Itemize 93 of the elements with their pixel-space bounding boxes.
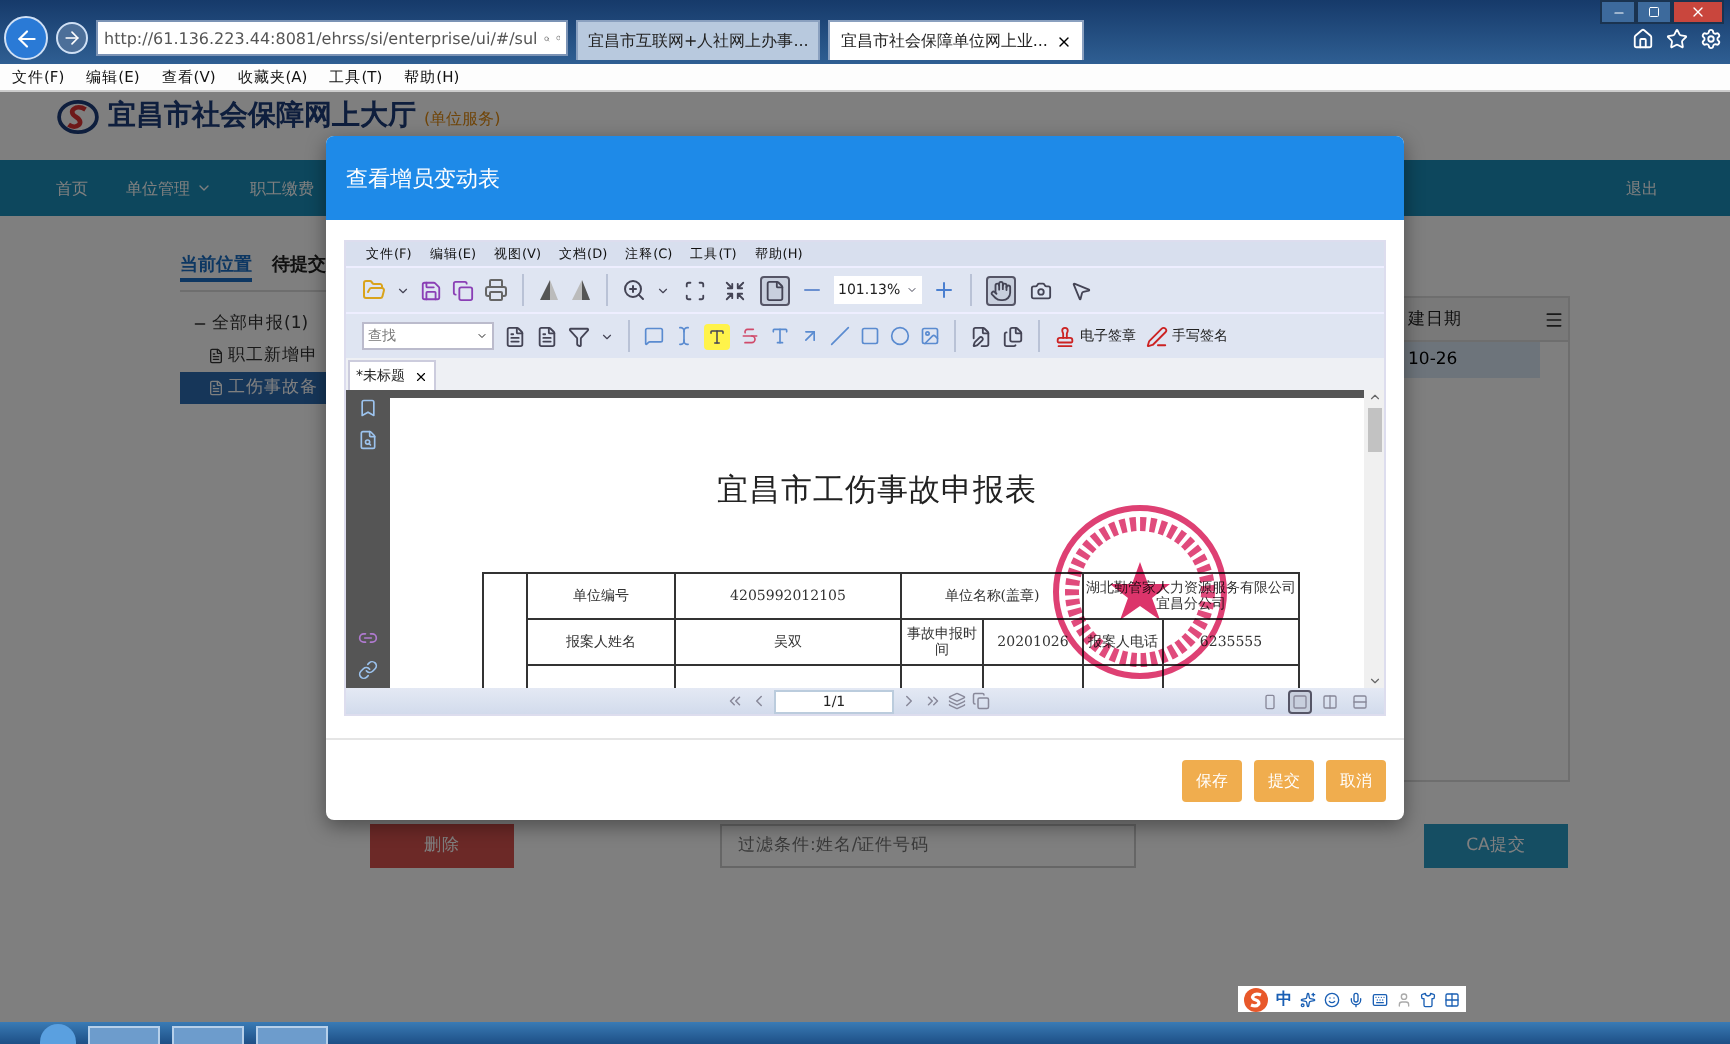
minimize-button[interactable] [1600, 0, 1636, 24]
caret-icon[interactable] [600, 329, 614, 343]
first-page-icon[interactable] [726, 692, 744, 710]
caret-icon[interactable] [476, 330, 488, 342]
documents-icon[interactable] [1002, 325, 1024, 347]
page-tab[interactable]: 待提交 [272, 252, 326, 282]
printer-icon[interactable] [484, 278, 508, 302]
stamp-icon[interactable] [1054, 325, 1076, 347]
address-text: http://61.136.223.44:8081/ehrss/si/enterprise/ui/#/sul [104, 29, 538, 47]
scrollbar[interactable] [1364, 390, 1384, 688]
page-view-icon [1352, 693, 1368, 709]
back-button[interactable] [4, 16, 48, 60]
document-icon[interactable] [536, 325, 558, 347]
page-fit-icon [684, 279, 706, 301]
document-icon[interactable] [208, 348, 224, 364]
skin-icon[interactable] [1420, 991, 1436, 1007]
site-subtitle: (单位服务) [424, 108, 501, 132]
browser-tab[interactable]: 宜昌市社会保障单位网上业... [828, 20, 1084, 60]
copy-icon[interactable] [972, 692, 990, 710]
address-field[interactable]: http://61.136.223.44:8081/ehrss/si/enterprise/ui/#/sul [96, 20, 568, 56]
highlight-text-button[interactable] [704, 323, 730, 349]
copy-icon[interactable] [452, 279, 474, 301]
tool-icon [1030, 279, 1052, 301]
edit-document-icon[interactable] [970, 325, 992, 347]
scroll-down-icon[interactable] [1367, 674, 1381, 688]
favorites-icon[interactable] [1666, 28, 1688, 50]
triangle-icon[interactable] [570, 278, 592, 302]
continuous-page-button[interactable] [1288, 689, 1312, 713]
emoji-icon[interactable] [1324, 991, 1340, 1007]
pen-icon[interactable] [1146, 325, 1168, 347]
column-header: 建日期 [1408, 307, 1462, 331]
strikethrough-icon[interactable] [740, 326, 760, 346]
text-icon [708, 327, 726, 345]
layers-icon[interactable] [948, 692, 966, 710]
page-fit-icon [724, 279, 746, 301]
rectangle-icon[interactable] [860, 326, 880, 346]
ime-mode[interactable]: 中 [1276, 988, 1292, 1010]
scroll-thumb[interactable] [1367, 408, 1381, 452]
bookmark-icon[interactable] [358, 398, 378, 418]
dialog-title: 查看增员变动表 [346, 163, 500, 193]
image-icon[interactable] [920, 326, 940, 346]
forward-icon[interactable] [62, 28, 82, 48]
comment-icon[interactable] [644, 326, 664, 346]
tool-icon [1070, 279, 1092, 301]
tab-title: 宜昌市互联网+人社网上办事... [588, 30, 809, 52]
start-button[interactable] [40, 1024, 76, 1044]
tool-icon [990, 279, 1012, 301]
text-cursor-icon[interactable] [674, 326, 694, 346]
browser-tab[interactable]: 宜昌市互联网+人社网上办事... [576, 20, 821, 60]
tab-title: 宜昌市社会保障单位网上业... [840, 30, 1048, 52]
last-page-icon[interactable] [924, 692, 942, 710]
scroll-up-icon[interactable] [1367, 390, 1381, 404]
zoom-in-icon[interactable] [622, 278, 646, 302]
logo-icon [56, 100, 100, 134]
caret-icon[interactable] [656, 283, 670, 297]
triangle-icon[interactable] [538, 278, 560, 302]
microphone-icon[interactable] [1348, 991, 1364, 1007]
forward-button[interactable] [56, 22, 88, 54]
file-search-icon[interactable] [358, 430, 378, 450]
document-title: 宜昌市工伤事故申报表 [717, 470, 1037, 512]
save-icon[interactable] [420, 279, 442, 301]
caret-icon[interactable] [396, 283, 410, 297]
menu-icon[interactable] [1544, 309, 1564, 329]
home-icon[interactable] [1632, 28, 1654, 50]
link-icon[interactable] [358, 628, 378, 648]
page-view-icon [1322, 693, 1338, 709]
settings-icon[interactable] [1700, 28, 1722, 50]
filter-field[interactable]: 过滤条件:姓名/证件号码 [720, 824, 1136, 868]
filter-icon[interactable] [568, 325, 590, 347]
document-icon[interactable] [504, 325, 526, 347]
close-icon[interactable] [1055, 33, 1072, 49]
ellipse-icon[interactable] [890, 326, 910, 346]
hand-tool-button[interactable] [986, 275, 1016, 305]
maximize-button[interactable] [1636, 0, 1672, 24]
maximize-icon[interactable] [1648, 6, 1660, 18]
previous-page-icon[interactable] [750, 692, 768, 710]
text-icon[interactable] [770, 326, 790, 346]
next-page-icon[interactable] [900, 692, 918, 710]
keyboard-icon[interactable] [1372, 991, 1388, 1007]
close-button[interactable] [1672, 0, 1724, 24]
close-icon[interactable] [413, 369, 427, 383]
punctuation-icon[interactable] [1300, 991, 1316, 1007]
page-fit-icon [764, 279, 786, 301]
chain-icon[interactable] [358, 660, 378, 680]
page-button[interactable] [760, 275, 790, 305]
line-icon[interactable] [830, 326, 850, 346]
back-icon[interactable] [13, 25, 39, 51]
site-title: 宜昌市社会保障网上大厅 [108, 100, 416, 134]
plus-icon[interactable] [932, 278, 956, 302]
arrow-icon[interactable] [800, 326, 820, 346]
user-icon[interactable] [1396, 991, 1412, 1007]
input-method-icon[interactable] [1244, 987, 1268, 1011]
grid-icon[interactable] [1444, 991, 1460, 1007]
